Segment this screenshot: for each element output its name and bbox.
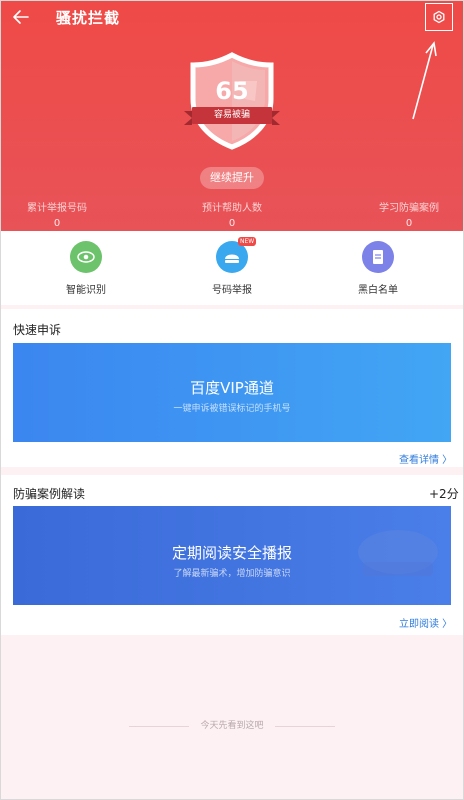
stat-value: 0 bbox=[405, 218, 413, 229]
end-of-feed-text: 今天先看到这吧 bbox=[200, 721, 264, 731]
feature-label: 智能识别 bbox=[66, 285, 106, 296]
improve-button[interactable]: 继续提升 bbox=[200, 167, 264, 189]
stat-label: 预计帮助人数 bbox=[202, 203, 262, 214]
feature-number-report[interactable]: NEW 号码举报 bbox=[192, 237, 272, 296]
annotation-arrow bbox=[412, 41, 437, 120]
stat-learned-cases: 学习防骗案例 0 bbox=[339, 199, 463, 229]
feature-label: 黑白名单 bbox=[358, 285, 398, 296]
points-badge: +2分 bbox=[429, 487, 459, 501]
security-score: 65 bbox=[215, 77, 249, 105]
feature-smart-identify[interactable]: 智能识别 bbox=[46, 241, 126, 296]
stat-value: 0 bbox=[228, 218, 236, 229]
banner-title: 百度VIP通道 bbox=[190, 379, 274, 397]
quick-complaint-section: 快速申诉 百度VIP通道 一键申诉被错误标记的手机号 查看详情 〉 bbox=[1, 309, 463, 467]
view-details-link[interactable]: 查看详情 〉 bbox=[399, 451, 452, 466]
feature-label: 号码举报 bbox=[212, 285, 252, 296]
stat-value: 0 bbox=[53, 218, 61, 229]
header: 骚扰拦截 65 容易被骗 继续提升 累计举报号码 0 预计帮助人数 0 学习防骗… bbox=[1, 1, 463, 231]
section-title: 快速申诉 bbox=[13, 323, 62, 337]
app-frame: 骚扰拦截 65 容易被骗 继续提升 累计举报号码 0 预计帮助人数 0 学习防骗… bbox=[0, 0, 464, 800]
stat-reported-numbers: 累计举报号码 0 bbox=[1, 199, 127, 229]
banner-title: 定期阅读安全播报 bbox=[171, 544, 292, 562]
banner-subtitle: 了解最新骗术，增加防骗意识 bbox=[173, 569, 291, 579]
ribbon-left bbox=[184, 111, 192, 125]
read-now-link[interactable]: 立即阅读 〉 bbox=[399, 615, 452, 630]
settings-icon bbox=[433, 10, 445, 24]
security-status-ribbon: 容易被骗 bbox=[192, 107, 272, 124]
back-arrow-icon[interactable] bbox=[11, 7, 31, 27]
fraud-cases-section: 防骗案例解读 +2分 定期阅读安全播报 了解最新骗术，增加防骗意识 立即阅读 〉 bbox=[1, 475, 463, 635]
vip-channel-banner[interactable]: 百度VIP通道 一键申诉被错误标记的手机号 bbox=[13, 343, 451, 442]
banner-subtitle: 一键申诉被错误标记的手机号 bbox=[173, 404, 291, 414]
ribbon-right bbox=[272, 111, 280, 125]
safety-broadcast-banner[interactable]: 定期阅读安全播报 了解最新骗术，增加防骗意识 bbox=[13, 506, 451, 605]
section-title: 防骗案例解读 bbox=[13, 487, 86, 501]
list-icon bbox=[362, 241, 394, 273]
settings-button[interactable] bbox=[425, 3, 453, 31]
stat-helped-people: 预计帮助人数 0 bbox=[162, 199, 302, 229]
stat-label: 累计举报号码 bbox=[27, 203, 87, 214]
page-title: 骚扰拦截 bbox=[56, 9, 121, 27]
report-icon: NEW bbox=[216, 237, 257, 273]
feature-black-white-list[interactable]: 黑白名单 bbox=[338, 241, 418, 296]
eye-icon bbox=[70, 241, 102, 273]
stat-label: 学习防骗案例 bbox=[379, 203, 439, 214]
new-badge: NEW bbox=[238, 237, 257, 246]
